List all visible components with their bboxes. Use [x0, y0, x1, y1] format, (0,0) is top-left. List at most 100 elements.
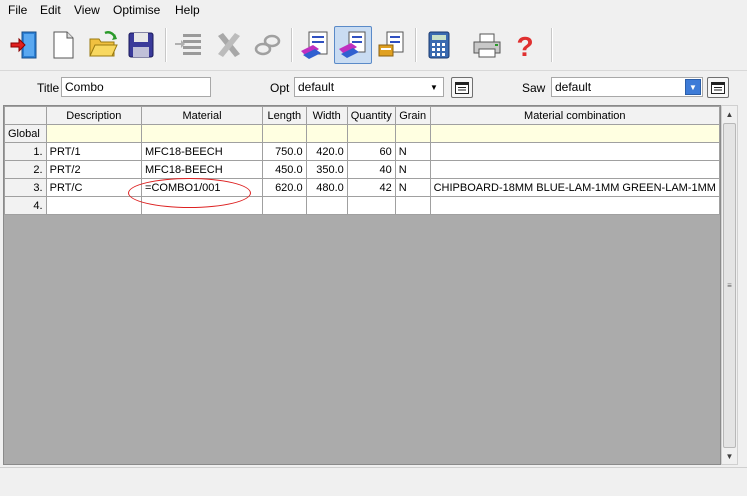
opt-label: Opt — [270, 81, 290, 95]
cell-description[interactable]: PRT/C — [45, 178, 143, 197]
opt-details-button[interactable] — [451, 77, 473, 98]
title-label: Title — [37, 81, 60, 95]
saw-select[interactable]: default ▼ — [551, 77, 703, 97]
saw-label: Saw — [522, 81, 546, 95]
scroll-thumb[interactable]: ≡ — [723, 123, 736, 448]
menu-view[interactable]: View — [74, 3, 100, 17]
save-button[interactable] — [122, 26, 160, 64]
cell-combination[interactable] — [429, 196, 720, 215]
menu-file[interactable]: File — [8, 3, 27, 17]
cell[interactable] — [394, 124, 431, 143]
cell[interactable] — [305, 124, 348, 143]
cell-material[interactable]: MFC18-BEECH — [141, 142, 263, 161]
cell-combination[interactable] — [429, 160, 720, 179]
cell-width[interactable]: 480.0 — [305, 178, 348, 197]
cell-description[interactable]: PRT/2 — [45, 160, 143, 179]
parts-list-button[interactable] — [296, 26, 334, 64]
title-input[interactable]: Combo — [61, 77, 211, 97]
col-grain[interactable]: Grain — [394, 106, 431, 125]
cell-material[interactable] — [141, 196, 263, 215]
cell-width[interactable] — [305, 196, 348, 215]
svg-text:?: ? — [516, 31, 533, 61]
cell-quantity[interactable]: 42 — [346, 178, 396, 197]
menu-edit[interactable]: Edit — [40, 3, 61, 17]
cell-grain[interactable]: N — [394, 178, 431, 197]
cell-combination[interactable] — [429, 142, 720, 161]
cell-width[interactable]: 420.0 — [305, 142, 348, 161]
cell-description[interactable] — [45, 196, 143, 215]
cell-quantity[interactable]: 40 — [346, 160, 396, 179]
cell-length[interactable] — [262, 196, 307, 215]
delete-button[interactable] — [210, 26, 248, 64]
find-button[interactable] — [248, 26, 286, 64]
col-quantity[interactable]: Quantity — [346, 106, 396, 125]
new-document-icon — [53, 31, 74, 59]
row-header[interactable]: 4. — [4, 196, 47, 215]
print-button[interactable] — [468, 26, 506, 64]
col-length[interactable]: Length — [262, 106, 307, 125]
opt-select[interactable]: default ▼ — [294, 77, 444, 97]
cell-description[interactable]: PRT/1 — [45, 142, 143, 161]
cell-grain[interactable]: N — [394, 142, 431, 161]
cell-grain[interactable]: N — [394, 160, 431, 179]
open-button[interactable] — [84, 26, 122, 64]
calculator-button[interactable] — [420, 26, 458, 64]
material-combination-icon — [339, 31, 366, 58]
cell[interactable] — [141, 124, 263, 143]
chevron-down-icon[interactable]: ▼ — [685, 79, 701, 95]
scroll-down-arrow-icon[interactable]: ▼ — [722, 448, 737, 464]
cell[interactable] — [45, 124, 143, 143]
cell-quantity[interactable] — [346, 196, 396, 215]
board-list-icon — [378, 31, 404, 57]
parts-table: Description Material Length Width Quanti… — [4, 106, 720, 215]
menu-optimise[interactable]: Optimise — [113, 3, 160, 17]
col-material-combination[interactable]: Material combination — [429, 106, 720, 125]
cell-material[interactable]: =COMBO1/001 — [141, 178, 263, 197]
save-disk-icon — [128, 32, 154, 58]
cell-quantity[interactable]: 60 — [346, 142, 396, 161]
cell-length[interactable]: 750.0 — [262, 142, 307, 161]
vertical-scrollbar[interactable]: ▲ ≡ ▼ — [721, 105, 738, 465]
scroll-up-arrow-icon[interactable]: ▲ — [722, 106, 737, 122]
table-row: 2. PRT/2 MFC18-BEECH 450.0 350.0 40 N — [4, 160, 720, 179]
row-header-global[interactable]: Global — [4, 124, 47, 143]
col-material[interactable]: Material — [141, 106, 263, 125]
list-window-icon — [455, 81, 469, 94]
open-folder-icon — [89, 31, 118, 57]
title-value: Combo — [65, 80, 104, 94]
cell-combination[interactable]: CHIPBOARD-18MM BLUE-LAM-1MM GREEN-LAM-1M… — [429, 178, 720, 197]
chevron-down-icon[interactable]: ▼ — [426, 79, 442, 95]
cell-material[interactable]: MFC18-BEECH — [141, 160, 263, 179]
toolbar: ? — [0, 20, 747, 71]
options-bar: Title Combo Opt default ▼ Saw default ▼ — [0, 71, 747, 103]
printer-icon — [473, 33, 501, 58]
saw-value: default — [555, 80, 592, 94]
cell-grain[interactable] — [394, 196, 431, 215]
help-button[interactable]: ? — [506, 26, 544, 64]
material-combination-button[interactable] — [334, 26, 372, 64]
exit-button[interactable] — [6, 26, 44, 64]
menu-help[interactable]: Help — [175, 3, 200, 17]
cell-width[interactable]: 350.0 — [305, 160, 348, 179]
corner-header — [4, 106, 47, 125]
cell[interactable] — [262, 124, 307, 143]
header-row: Description Material Length Width Quanti… — [4, 106, 720, 125]
menu-bar: File Edit View Optimise Help — [0, 0, 747, 20]
board-list-button[interactable] — [372, 26, 410, 64]
row-header[interactable]: 3. — [4, 178, 47, 197]
cell[interactable] — [346, 124, 396, 143]
row-header[interactable]: 1. — [4, 142, 47, 161]
col-width[interactable]: Width — [305, 106, 348, 125]
insert-rows-button[interactable] — [170, 26, 208, 64]
saw-details-button[interactable] — [707, 77, 729, 98]
parts-grid[interactable]: Description Material Length Width Quanti… — [3, 105, 721, 465]
table-row: 1. PRT/1 MFC18-BEECH 750.0 420.0 60 N — [4, 142, 720, 161]
cell-length[interactable]: 450.0 — [262, 160, 307, 179]
row-header[interactable]: 2. — [4, 160, 47, 179]
cell[interactable] — [429, 124, 720, 143]
new-button[interactable] — [44, 26, 82, 64]
cell-length[interactable]: 620.0 — [262, 178, 307, 197]
help-question-icon: ? — [516, 31, 533, 61]
col-description[interactable]: Description — [45, 106, 143, 125]
opt-value: default — [298, 80, 335, 94]
